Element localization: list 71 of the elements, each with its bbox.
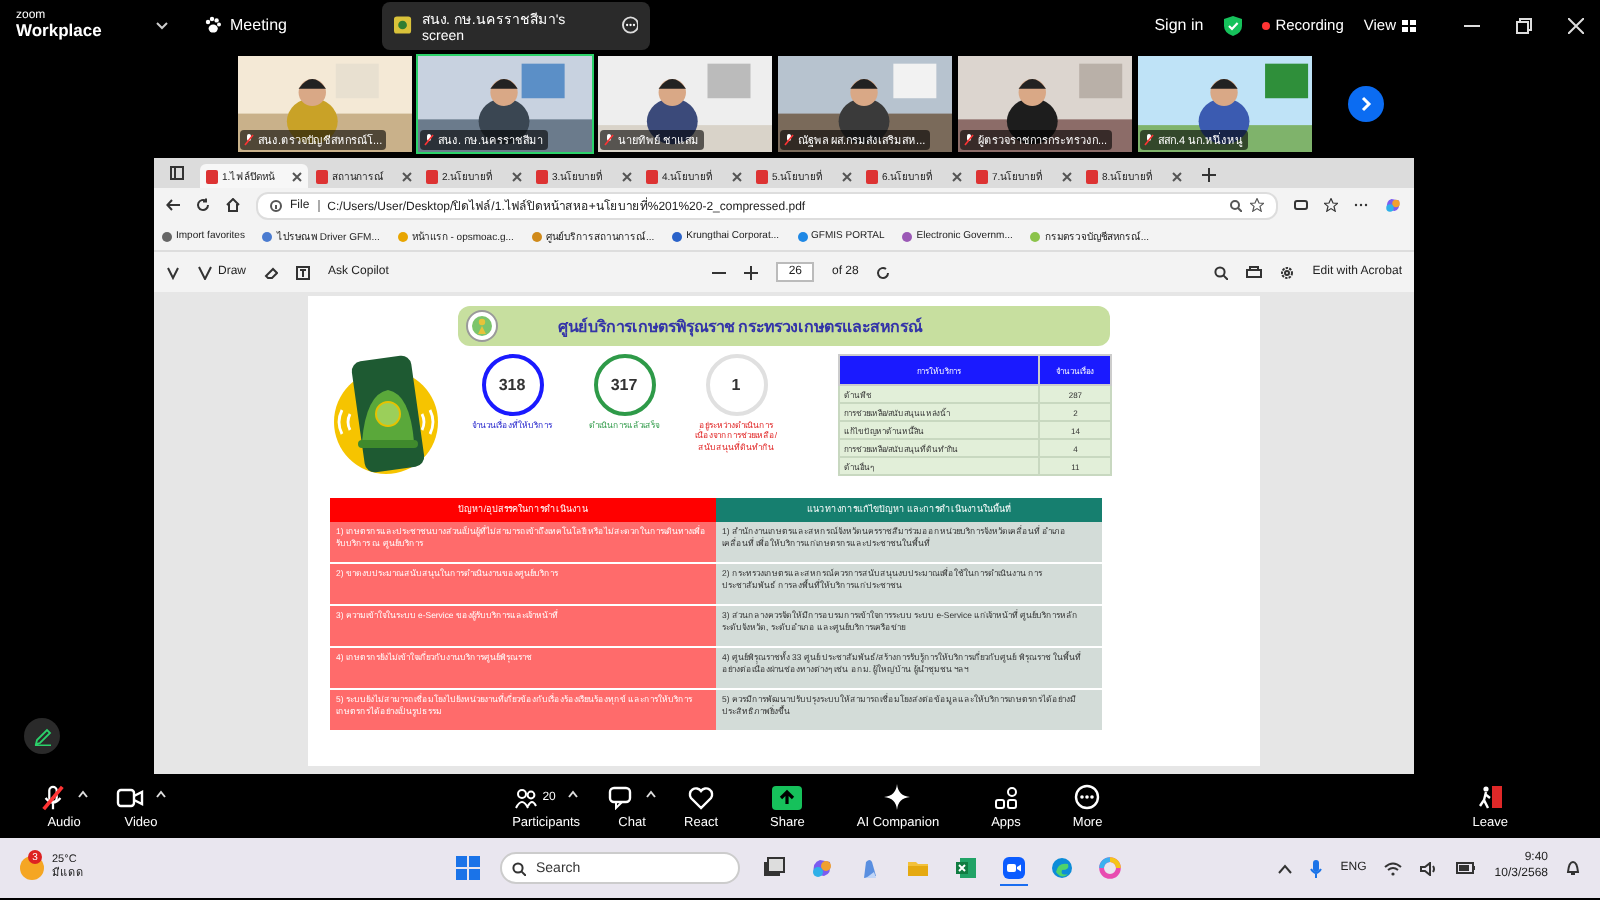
back-icon[interactable] [166, 198, 180, 212]
muted-mic-icon [244, 134, 254, 146]
pencil-icon [33, 727, 51, 745]
extensions-icon[interactable] [1294, 198, 1308, 212]
speaker-icon[interactable] [1420, 861, 1439, 875]
mic-icon[interactable] [1310, 859, 1323, 877]
star-icon[interactable] [1250, 198, 1264, 212]
info-icon[interactable] [270, 199, 282, 211]
camera-icon [116, 785, 144, 809]
heart-icon [688, 785, 715, 809]
muted-mic-icon [1144, 134, 1154, 146]
shield-check-icon [1223, 15, 1242, 35]
muted-mic-icon [604, 134, 614, 146]
zoom-in-icon[interactable] [744, 265, 759, 279]
close-icon[interactable] [292, 171, 302, 181]
rotate-icon[interactable] [876, 265, 891, 279]
settings-icon[interactable] [1280, 265, 1295, 279]
caret-icon[interactable] [646, 789, 657, 797]
caret-icon[interactable] [156, 21, 168, 29]
exit-door-icon [1477, 784, 1504, 810]
chevron-up-icon[interactable] [1278, 863, 1293, 873]
video-app-icon[interactable] [1000, 851, 1028, 885]
eraser-icon[interactable] [264, 265, 279, 279]
stat-circle: 318 [481, 354, 543, 416]
meeting-label: Meeting [230, 16, 287, 34]
wifi-icon[interactable] [1384, 861, 1403, 875]
grid-icon [1402, 19, 1416, 31]
apps-icon [993, 785, 1018, 809]
caret-icon[interactable] [156, 789, 166, 797]
chevron-right-icon [1358, 96, 1374, 112]
more-icon [1074, 784, 1101, 810]
stat-circle: 317 [593, 354, 655, 416]
search-icon[interactable] [1214, 265, 1229, 279]
search-icon [512, 861, 526, 875]
new-tab-icon[interactable] [1202, 168, 1216, 182]
next-page-button[interactable] [1348, 86, 1384, 122]
print-icon[interactable] [1246, 265, 1263, 279]
annotate-button[interactable] [24, 718, 60, 754]
share-icon [772, 785, 803, 809]
paw-icon [204, 16, 222, 34]
restore-icon[interactable] [1516, 17, 1532, 33]
browser-icon[interactable] [1048, 852, 1076, 884]
chat-icon [608, 785, 635, 809]
more-icon[interactable] [621, 16, 639, 34]
muted-mic-icon [964, 134, 974, 146]
emblem-icon [466, 310, 498, 342]
sign-in-link[interactable]: Sign in [1154, 16, 1204, 34]
start-icon[interactable] [456, 856, 480, 880]
presenter-icon [394, 16, 413, 34]
copilot-icon[interactable] [1384, 196, 1402, 214]
battery-icon[interactable] [1456, 862, 1477, 874]
bell-icon[interactable] [1566, 860, 1580, 876]
pen-icon [198, 265, 212, 279]
muted-mic-icon [424, 134, 434, 146]
slide-title-banner: ศูนย์บริการเกษตรพิรุณราช กระทรวงเกษตรและสหกรณ์ [458, 306, 1110, 346]
refresh-icon[interactable] [196, 198, 210, 212]
text-box-icon[interactable] [296, 265, 311, 279]
caret-icon[interactable] [567, 789, 578, 797]
people-icon [514, 785, 539, 809]
spreadsheet-icon[interactable] [952, 852, 980, 884]
app-subtitle: Workplace [16, 22, 104, 40]
more-icon[interactable] [1354, 198, 1368, 212]
favorites-icon[interactable] [1324, 198, 1338, 212]
caret-icon[interactable] [78, 789, 88, 797]
home-icon[interactable] [226, 198, 240, 212]
muted-mic-icon [784, 134, 794, 146]
stat-circle: 1 [705, 354, 767, 416]
ring-app-icon[interactable] [1096, 852, 1124, 884]
sparkle-icon [884, 784, 911, 810]
search-icon[interactable] [1230, 199, 1242, 211]
tab-actions-icon[interactable] [169, 166, 183, 180]
